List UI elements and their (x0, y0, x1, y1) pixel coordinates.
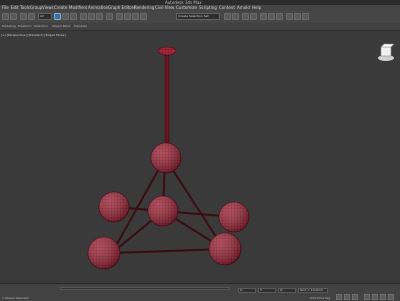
snap-icon[interactable] (116, 13, 123, 20)
redo-icon[interactable] (10, 13, 17, 20)
model-canvas (87, 43, 395, 270)
selection-filter-dropdown[interactable]: All (38, 13, 52, 20)
tab-populate[interactable]: Populate (74, 23, 87, 30)
align-icon[interactable] (232, 13, 239, 20)
schematic-view-icon[interactable] (268, 13, 275, 20)
orbit-icon[interactable] (380, 294, 386, 300)
grid-readout: Grid = 10.0mm (298, 288, 328, 293)
tab-freeform[interactable]: Freeform (18, 23, 31, 30)
x-coordinate-field[interactable]: X: (238, 288, 256, 293)
sphere-right[interactable] (218, 201, 250, 233)
percent-snap-icon[interactable] (132, 13, 139, 20)
sphere-bottom-right[interactable] (208, 232, 242, 266)
pan-icon[interactable] (372, 294, 378, 300)
rotate-icon[interactable] (88, 13, 95, 20)
next-frame-icon[interactable] (344, 294, 350, 300)
scene-explorer-icon[interactable] (250, 13, 257, 20)
z-coordinate-field[interactable]: Z: (278, 288, 296, 293)
render-setup-icon[interactable] (286, 13, 293, 20)
tab-modeling[interactable]: Modeling (2, 23, 16, 30)
selection-status: 1 Object Selected (2, 296, 29, 300)
perspective-viewport[interactable]: [+] [Perspective] [Standard] [Edged Face… (0, 31, 400, 283)
chandelier-rod[interactable] (164, 54, 170, 144)
scale-icon[interactable] (96, 13, 103, 20)
named-selection-dropdown[interactable]: Create Selection Set (176, 13, 220, 20)
status-bar: X: Y: Z: Grid = 10.0mm 1 Object Selected… (0, 283, 400, 301)
curve-editor-icon[interactable] (260, 13, 267, 20)
key-mode-icon[interactable] (352, 294, 358, 300)
tab-selection[interactable]: Selection (34, 23, 48, 30)
rect-region-icon[interactable] (70, 13, 77, 20)
select-object-icon[interactable] (54, 13, 61, 20)
unlink-icon[interactable] (28, 13, 35, 20)
ceiling-canopy[interactable] (157, 46, 177, 56)
material-editor-icon[interactable] (276, 13, 283, 20)
spinner-snap-icon[interactable] (140, 13, 147, 20)
angle-snap-icon[interactable] (124, 13, 131, 20)
pivot-icon[interactable] (106, 13, 113, 20)
play-icon[interactable] (336, 294, 342, 300)
maximize-viewport-icon[interactable] (388, 294, 394, 300)
render-frame-icon[interactable] (294, 13, 301, 20)
sphere-left[interactable] (98, 191, 130, 223)
sphere-center[interactable] (147, 195, 179, 227)
undo-icon[interactable] (2, 13, 9, 20)
viewcube-icon[interactable] (378, 43, 395, 61)
move-icon[interactable] (80, 13, 87, 20)
sphere-top[interactable] (150, 142, 182, 174)
mirror-icon[interactable] (224, 13, 231, 20)
y-coordinate-field[interactable]: Y: (258, 288, 276, 293)
ribbon: Modeling Freeform Selection Object Paint… (0, 23, 400, 31)
layers-icon[interactable] (242, 13, 249, 20)
sphere-bottom-left[interactable] (87, 236, 121, 270)
add-time-tag[interactable]: Add Time Tag (310, 296, 330, 300)
time-slider[interactable] (60, 287, 230, 290)
select-by-name-icon[interactable] (62, 13, 69, 20)
render-icon[interactable] (302, 13, 309, 20)
zoom-icon[interactable] (364, 294, 370, 300)
link-icon[interactable] (20, 13, 27, 20)
tab-object-paint[interactable]: Object Paint (52, 23, 70, 30)
